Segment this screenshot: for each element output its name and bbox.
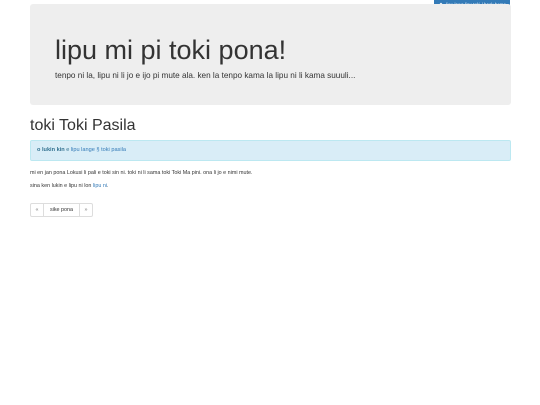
body-paragraph-1: mi en jan pona Lokusi li pali e toki sin… [30,170,253,176]
prev-page-button[interactable]: « [30,203,44,217]
site-title: lipu mi pi toki pona! [55,35,287,65]
body-text-end: . [107,183,109,189]
alert-bold-text: o lukin kin [37,147,65,153]
page-link[interactable]: lipu ni [93,183,107,189]
page-title: toki Toki Pasila [30,117,136,134]
home-page-button[interactable]: sike pona [43,203,80,217]
next-page-button[interactable]: » [79,203,93,217]
info-alert: o lukin kin e lipu lange § toki pasila [30,140,511,161]
body-text: sina ken lukin e lipu ni lon [30,183,93,189]
pager: « sike pona » [30,203,93,217]
jumbotron: lipu mi pi toki pona! tenpo ni la, lipu … [30,4,511,105]
body-paragraph-2: sina ken lukin e lipu ni lon lipu ni. [30,182,109,190]
site-subtitle: tenpo ni la, lipu ni li jo e ijo pi mute… [55,71,356,80]
alert-link[interactable]: lipu lange § toki pasila [71,147,126,153]
